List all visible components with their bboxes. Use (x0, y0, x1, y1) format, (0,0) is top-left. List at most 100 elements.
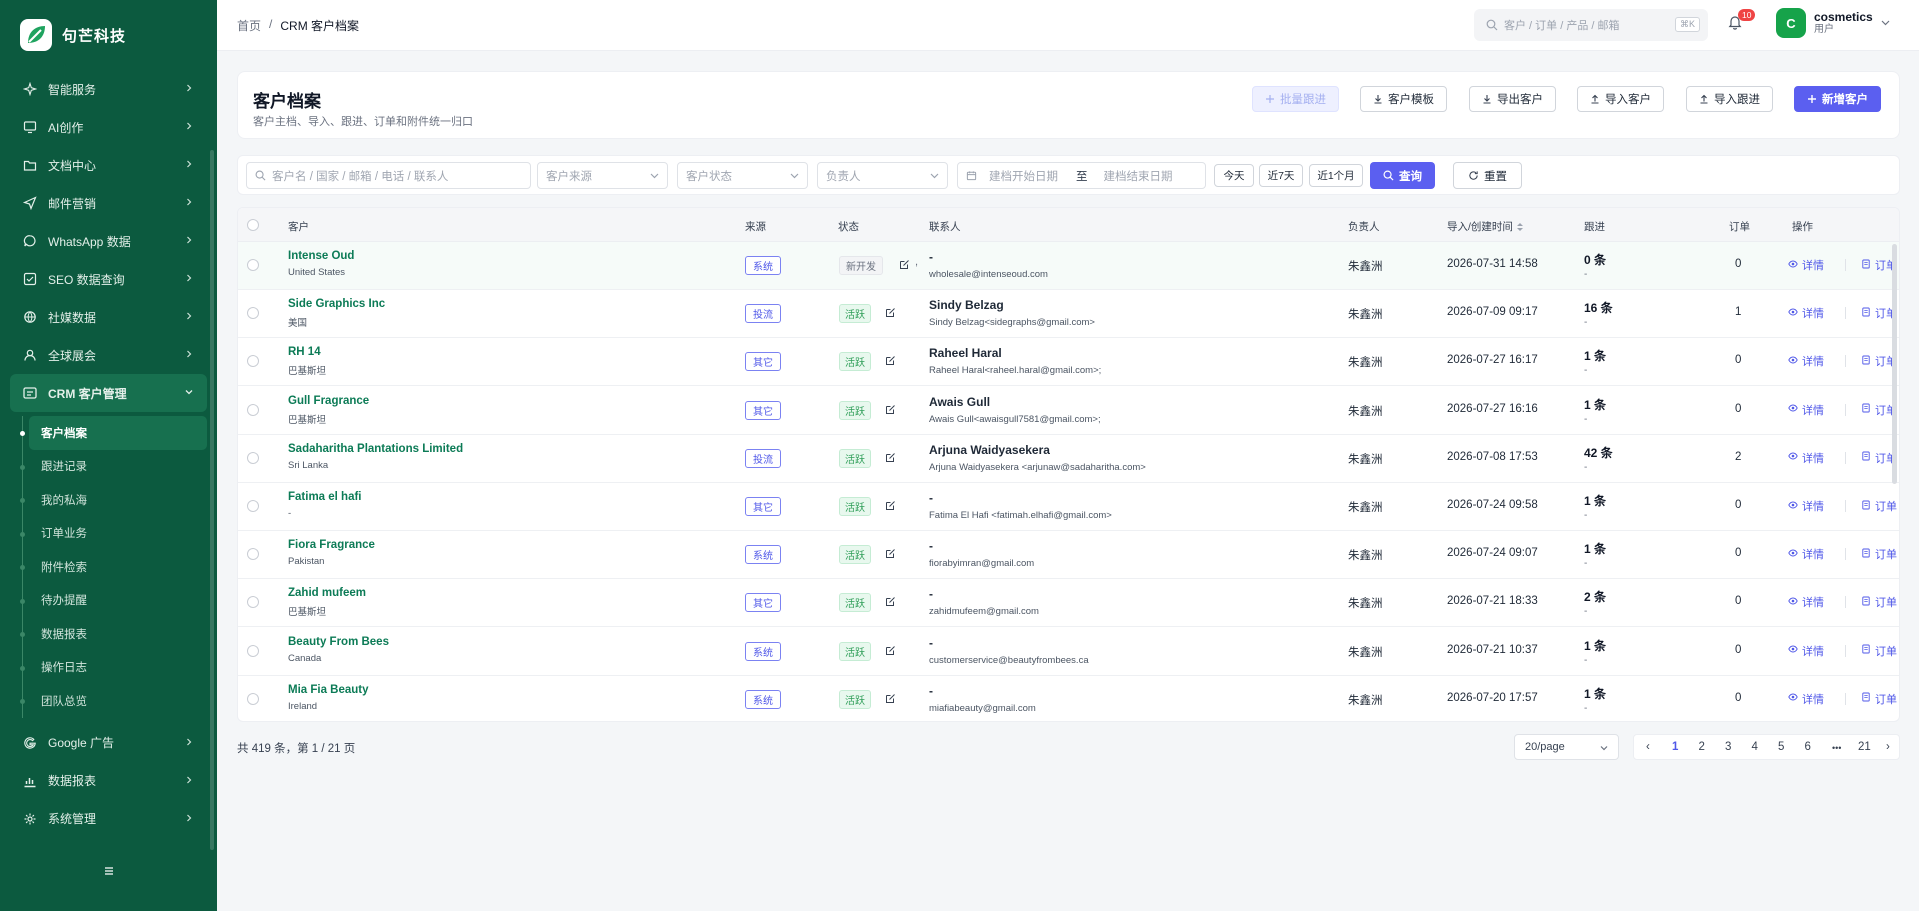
sort-icon[interactable] (1513, 221, 1524, 233)
table-row[interactable]: Gull Fragrance 巴基斯坦 其它 活跃 Awais Gull Awais Gu… (238, 387, 1899, 435)
crm-subitem[interactable]: 操作日志 (20, 651, 207, 685)
crm-subitem[interactable]: 跟进记录 (20, 450, 207, 484)
customer-template-button[interactable]: 客户模板 (1360, 86, 1447, 112)
row-checkbox[interactable] (247, 644, 259, 657)
customer-name-link[interactable]: Zahid mufeem (288, 587, 366, 599)
edit-status-icon[interactable] (885, 693, 896, 704)
edit-status-icon[interactable] (885, 500, 896, 511)
detail-action[interactable]: 详情 (1788, 498, 1824, 514)
crm-subitem[interactable]: 订单业务 (20, 517, 207, 551)
detail-action[interactable]: 详情 (1788, 546, 1824, 562)
global-search-input[interactable]: 客户 / 订单 / 产品 / 邮箱 ⌘K (1474, 9, 1708, 41)
notifications-button[interactable]: 10 (1727, 9, 1756, 34)
page-ellipsis[interactable]: ••• (1832, 743, 1841, 753)
customer-name-link[interactable]: RH 14 (288, 346, 321, 358)
customer-name-link[interactable]: Side Graphics Inc (288, 298, 385, 310)
page-button[interactable]: 6 (1805, 741, 1811, 753)
detail-action[interactable]: 详情 (1788, 402, 1824, 418)
breadcrumb-home[interactable]: 首页 (237, 17, 261, 34)
table-row[interactable]: Mia Fia Beauty Ireland 系统 活跃 - miafiabeauty@g… (238, 676, 1899, 721)
edit-status-icon[interactable] (885, 452, 896, 463)
detail-action[interactable]: 详情 (1788, 353, 1824, 369)
row-checkbox[interactable] (247, 259, 259, 271)
row-checkbox[interactable] (247, 451, 259, 464)
detail-action[interactable]: 详情 (1788, 450, 1824, 466)
sidebar-item-spark[interactable]: 智能服务 (10, 70, 207, 108)
row-checkbox[interactable] (247, 307, 259, 320)
column-created[interactable]: 导入/创建时间 (1447, 219, 1524, 234)
customer-name-link[interactable]: Fiora Fragrance (288, 539, 375, 551)
sidebar-item-check-square[interactable]: SEO 数据查询 (10, 260, 207, 298)
page-button[interactable]: 5 (1778, 741, 1784, 753)
sidebar-item-folder[interactable]: 文档中心 (10, 146, 207, 184)
crm-subitem[interactable]: 数据报表 (20, 617, 207, 651)
detail-action[interactable]: 详情 (1788, 305, 1824, 321)
customer-name-link[interactable]: Gull Fragrance (288, 395, 369, 407)
customer-name-link[interactable]: Sadaharitha Plantations Limited (288, 443, 463, 455)
table-row[interactable]: Sadaharitha Plantations Limited Sri Lanka… (238, 435, 1899, 483)
edit-status-icon[interactable] (885, 307, 896, 318)
owner-select[interactable]: 负责人 (817, 162, 948, 189)
row-checkbox[interactable] (247, 692, 259, 705)
table-row[interactable]: Fiora Fragrance Pakistan 系统 活跃 - fiorabyimran… (238, 531, 1899, 580)
detail-action[interactable]: 详情 (1788, 691, 1824, 707)
crm-subitem[interactable]: 团队总览 (20, 684, 207, 718)
edit-status-icon[interactable] (885, 548, 896, 559)
select-all-checkbox[interactable] (247, 219, 259, 231)
order-action[interactable]: 订单 (1861, 594, 1897, 610)
reset-button[interactable]: 重置 (1453, 162, 1522, 189)
prev-page-button[interactable]: ‹ (1646, 741, 1650, 753)
customer-name-link[interactable]: Beauty From Bees (288, 636, 389, 648)
user-menu[interactable]: C cosmetics 用户 (1776, 8, 1890, 38)
table-row[interactable]: Fatima el hafi - 其它 活跃 - Fatima El Hafi <fati… (238, 483, 1899, 531)
status-select[interactable]: 客户状态 (677, 162, 808, 189)
page-button[interactable]: 2 (1699, 741, 1705, 753)
import-follow-button[interactable]: 导入跟进 (1686, 86, 1773, 112)
sidebar-item-google[interactable]: Google 广告 (10, 724, 207, 762)
keyword-search-input[interactable]: 客户名 / 国家 / 邮箱 / 电话 / 联系人 (246, 162, 531, 189)
page-button[interactable]: 1 (1672, 741, 1678, 753)
collapse-sidebar-button[interactable] (0, 865, 217, 877)
page-size-select[interactable]: 20/page (1514, 734, 1619, 760)
table-row[interactable]: Intense Oud United States 系统 新开发, - wholesale… (238, 242, 1899, 290)
crm-subitem[interactable]: 待办提醒 (20, 584, 207, 618)
crm-subitem[interactable]: 客户档案 (20, 416, 207, 450)
edit-status-icon[interactable] (885, 645, 896, 656)
detail-action[interactable]: 详情 (1788, 643, 1824, 659)
customer-name-link[interactable]: Intense Oud (288, 250, 354, 262)
crm-subitem[interactable]: 附件检索 (20, 550, 207, 584)
detail-action[interactable]: 详情 (1788, 594, 1824, 610)
edit-status-icon[interactable] (885, 404, 896, 415)
order-action[interactable]: 订单 (1861, 691, 1897, 707)
table-row[interactable]: Zahid mufeem 巴基斯坦 其它 活跃 - zahidmufeem@gmail.c… (238, 579, 1899, 628)
edit-status-icon[interactable] (885, 355, 896, 366)
sidebar-item-social[interactable]: 社媒数据 (10, 298, 207, 336)
sidebar-item-crm[interactable]: CRM 客户管理 (10, 374, 207, 412)
next-page-button[interactable]: › (1886, 741, 1890, 753)
page-button[interactable]: 3 (1725, 741, 1731, 753)
customer-name-link[interactable]: Fatima el hafi (288, 491, 362, 503)
query-button[interactable]: 查询 (1370, 162, 1435, 189)
new-customer-button[interactable]: 新增客户 (1794, 86, 1881, 112)
order-action[interactable]: 订单 (1861, 643, 1897, 659)
row-checkbox[interactable] (247, 403, 259, 416)
today-button[interactable]: 今天 (1214, 164, 1254, 187)
table-scrollbar[interactable] (1892, 244, 1897, 484)
bulk-follow-button[interactable]: 批量跟进 (1252, 86, 1339, 112)
sidebar-item-user[interactable]: 全球展会 (10, 336, 207, 374)
sidebar-scrollbar[interactable] (210, 150, 214, 850)
import-customers-button[interactable]: 导入客户 (1577, 86, 1664, 112)
page-button[interactable]: 4 (1752, 741, 1758, 753)
source-select[interactable]: 客户来源 (537, 162, 668, 189)
order-action[interactable]: 订单 (1861, 498, 1897, 514)
date-range-picker[interactable]: 建档开始日期 至 建档结束日期 (957, 162, 1206, 189)
sidebar-item-chat[interactable]: WhatsApp 数据 (10, 222, 207, 260)
order-action[interactable]: 订单 (1861, 546, 1897, 562)
crm-subitem[interactable]: 我的私海 (20, 483, 207, 517)
table-row[interactable]: Side Graphics Inc 美国 投流 活跃 Sindy Belzag Sindy… (238, 290, 1899, 339)
row-checkbox[interactable] (247, 355, 259, 368)
edit-status-icon[interactable] (899, 259, 910, 270)
brand-logo[interactable]: 句芒科技 (0, 0, 217, 70)
row-checkbox[interactable] (247, 596, 259, 609)
table-row[interactable]: Beauty From Bees Canada 系统 活跃 - customerservi… (238, 628, 1899, 676)
